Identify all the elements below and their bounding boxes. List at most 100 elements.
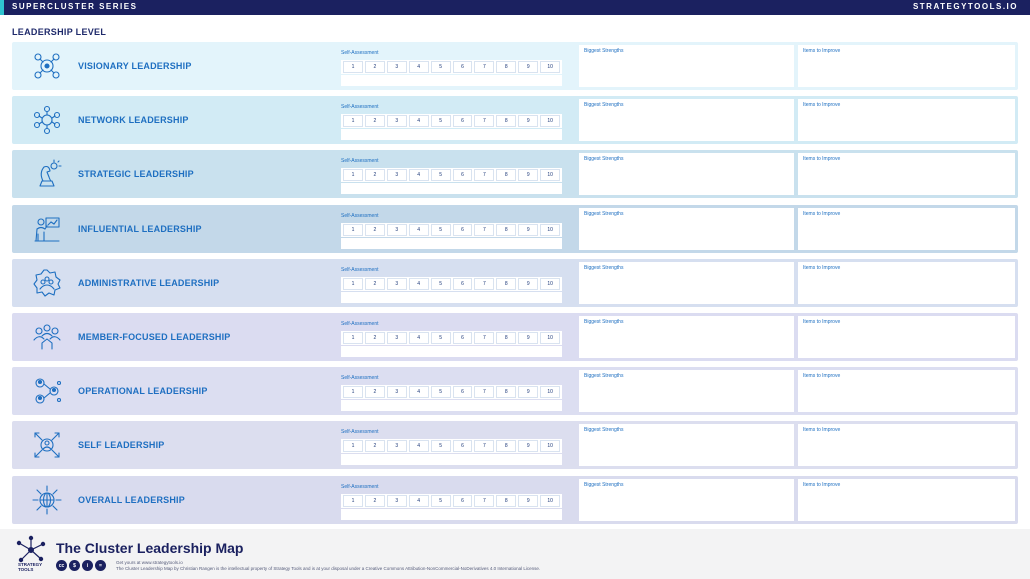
scale-option[interactable]: 8	[496, 494, 517, 507]
scale-option[interactable]: 2	[364, 332, 385, 344]
scale-option[interactable]: 6	[452, 332, 473, 344]
scale-option[interactable]: 9	[518, 277, 539, 290]
scale-option[interactable]: 2	[364, 223, 385, 236]
improve-field[interactable]: Items to Improve	[798, 153, 1015, 196]
scale-option[interactable]: 1	[343, 332, 363, 344]
scale-option[interactable]: 9	[518, 386, 539, 399]
self-assessment-notes[interactable]	[341, 400, 562, 412]
scale-option[interactable]: 1	[343, 223, 363, 236]
scale-option[interactable]: 3	[386, 223, 407, 236]
scale-option[interactable]: 3	[386, 277, 407, 290]
strengths-field[interactable]: Biggest Strengths	[579, 316, 794, 358]
scale-option[interactable]: 1	[343, 61, 363, 73]
scale-option[interactable]: 3	[386, 386, 407, 399]
scale-option[interactable]: 4	[408, 386, 429, 399]
scale-option[interactable]: 6	[452, 169, 473, 182]
scale-option[interactable]: 9	[518, 115, 539, 128]
scale-option[interactable]: 10	[540, 115, 561, 128]
scale-option[interactable]: 8	[496, 61, 517, 73]
scale-option[interactable]: 6	[452, 386, 473, 399]
scale-option[interactable]: 7	[474, 223, 495, 236]
strengths-field[interactable]: Biggest Strengths	[579, 99, 794, 142]
scale-option[interactable]: 4	[408, 494, 429, 507]
self-assessment-notes[interactable]	[341, 508, 562, 520]
scale-option[interactable]: 7	[474, 440, 495, 453]
scale-option[interactable]: 2	[364, 169, 385, 182]
scale-option[interactable]: 4	[408, 169, 429, 182]
scale-option[interactable]: 3	[386, 115, 407, 128]
scale-option[interactable]: 6	[452, 494, 473, 507]
scale-option[interactable]: 10	[540, 61, 561, 73]
scale-option[interactable]: 1	[343, 386, 363, 399]
scale-option[interactable]: 4	[408, 440, 429, 453]
scale-option[interactable]: 4	[408, 223, 429, 236]
scale-option[interactable]: 2	[364, 115, 385, 128]
scale-option[interactable]: 4	[408, 277, 429, 290]
scale-option[interactable]: 3	[386, 494, 407, 507]
scale-option[interactable]: 6	[452, 277, 473, 290]
scale-option[interactable]: 5	[430, 332, 451, 344]
scale-option[interactable]: 7	[474, 277, 495, 290]
self-assessment-notes[interactable]	[341, 129, 562, 141]
scale-option[interactable]: 5	[430, 115, 451, 128]
self-assessment-notes[interactable]	[341, 183, 562, 195]
scale-option[interactable]: 8	[496, 277, 517, 290]
scale-option[interactable]: 2	[364, 440, 385, 453]
scale-option[interactable]: 8	[496, 115, 517, 128]
scale-option[interactable]: 9	[518, 169, 539, 182]
scale-option[interactable]: 7	[474, 494, 495, 507]
scale-option[interactable]: 9	[518, 332, 539, 344]
scale-option[interactable]: 4	[408, 115, 429, 128]
scale-option[interactable]: 1	[343, 277, 363, 290]
strengths-field[interactable]: Biggest Strengths	[579, 153, 794, 196]
scale-option[interactable]: 5	[430, 440, 451, 453]
scale-option[interactable]: 10	[540, 440, 561, 453]
improve-field[interactable]: Items to Improve	[798, 370, 1015, 413]
scale-option[interactable]: 6	[452, 223, 473, 236]
scale-option[interactable]: 7	[474, 386, 495, 399]
strengths-field[interactable]: Biggest Strengths	[579, 370, 794, 413]
scale-option[interactable]: 5	[430, 386, 451, 399]
improve-field[interactable]: Items to Improve	[798, 478, 1015, 521]
scale-option[interactable]: 10	[540, 223, 561, 236]
scale-option[interactable]: 1	[343, 494, 363, 507]
scale-option[interactable]: 8	[496, 386, 517, 399]
scale-option[interactable]: 4	[408, 61, 429, 73]
scale-option[interactable]: 5	[430, 169, 451, 182]
scale-option[interactable]: 2	[364, 277, 385, 290]
strengths-field[interactable]: Biggest Strengths	[579, 424, 794, 467]
strengths-field[interactable]: Biggest Strengths	[579, 478, 794, 521]
self-assessment-notes[interactable]	[341, 346, 562, 357]
scale-option[interactable]: 2	[364, 386, 385, 399]
scale-option[interactable]: 2	[364, 61, 385, 73]
self-assessment-notes[interactable]	[341, 237, 562, 249]
scale-option[interactable]: 5	[430, 494, 451, 507]
scale-option[interactable]: 1	[343, 440, 363, 453]
scale-option[interactable]: 6	[452, 115, 473, 128]
scale-option[interactable]: 6	[452, 61, 473, 73]
scale-option[interactable]: 8	[496, 223, 517, 236]
scale-option[interactable]: 9	[518, 494, 539, 507]
scale-option[interactable]: 5	[430, 61, 451, 73]
scale-option[interactable]: 9	[518, 61, 539, 73]
scale-option[interactable]: 3	[386, 169, 407, 182]
improve-field[interactable]: Items to Improve	[798, 99, 1015, 142]
scale-option[interactable]: 10	[540, 169, 561, 182]
self-assessment-notes[interactable]	[341, 454, 562, 466]
improve-field[interactable]: Items to Improve	[798, 45, 1015, 87]
scale-option[interactable]: 3	[386, 61, 407, 73]
improve-field[interactable]: Items to Improve	[798, 316, 1015, 358]
scale-option[interactable]: 5	[430, 277, 451, 290]
scale-option[interactable]: 9	[518, 223, 539, 236]
scale-option[interactable]: 6	[452, 440, 473, 453]
scale-option[interactable]: 4	[408, 332, 429, 344]
scale-option[interactable]: 10	[540, 277, 561, 290]
scale-option[interactable]: 9	[518, 440, 539, 453]
scale-option[interactable]: 7	[474, 169, 495, 182]
scale-option[interactable]: 8	[496, 440, 517, 453]
improve-field[interactable]: Items to Improve	[798, 424, 1015, 467]
improve-field[interactable]: Items to Improve	[798, 261, 1015, 304]
strengths-field[interactable]: Biggest Strengths	[579, 45, 794, 87]
improve-field[interactable]: Items to Improve	[798, 207, 1015, 250]
scale-option[interactable]: 1	[343, 169, 363, 182]
